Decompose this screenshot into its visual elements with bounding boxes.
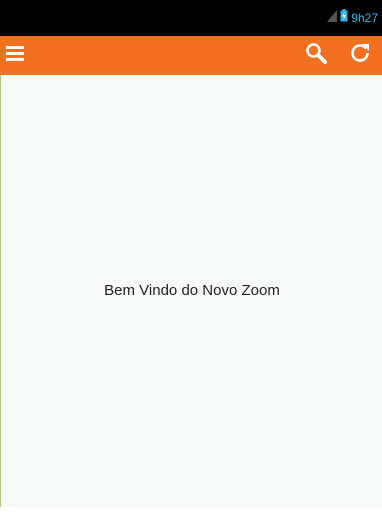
signal-icon <box>327 9 338 27</box>
search-icon <box>305 42 327 69</box>
app-screen: 9h27 Bem Vindo do Novo Zoom <box>0 0 382 512</box>
status-bar: 9h27 <box>0 0 382 36</box>
welcome-message: Bem Vindo do Novo Zoom <box>104 282 280 299</box>
battery-icon <box>340 9 348 27</box>
menu-button[interactable] <box>0 36 28 75</box>
main-content: Bem Vindo do Novo Zoom <box>0 75 382 507</box>
bottom-strip <box>0 507 382 512</box>
menu-icon <box>4 44 24 67</box>
status-indicators: 9h27 <box>327 9 378 27</box>
status-time: 9h27 <box>351 11 378 25</box>
refresh-button[interactable] <box>344 36 376 75</box>
search-button[interactable] <box>300 36 332 75</box>
refresh-icon <box>349 42 371 69</box>
app-toolbar <box>0 36 382 75</box>
